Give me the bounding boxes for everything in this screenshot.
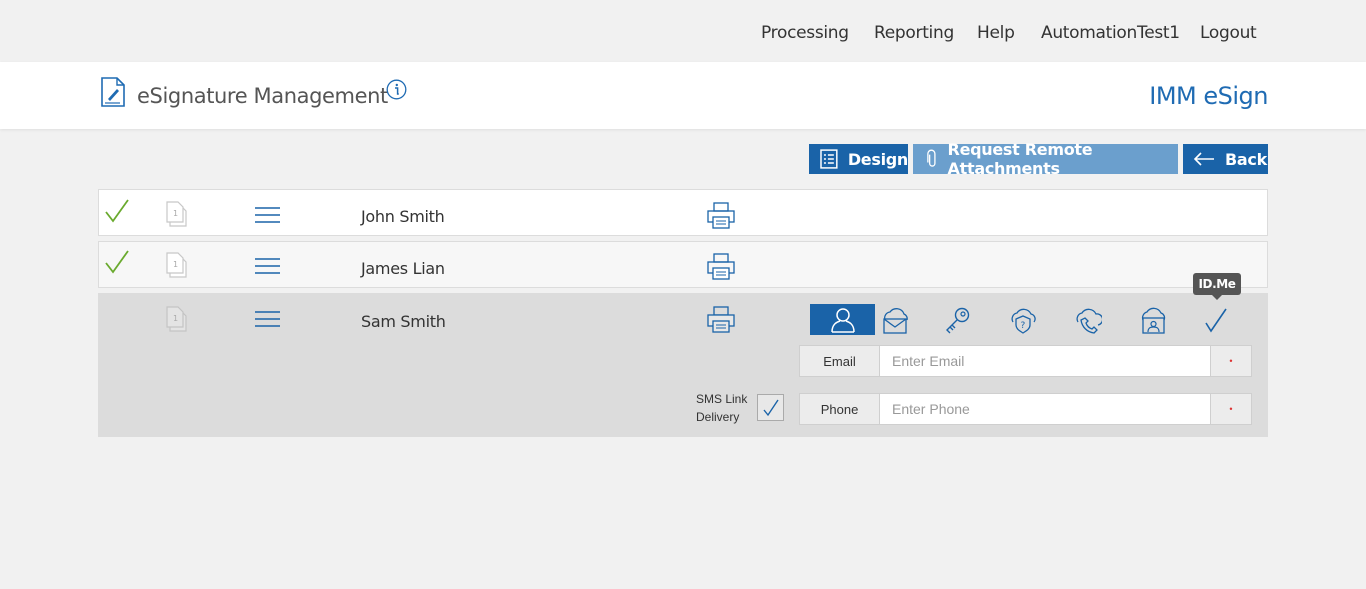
- print-icon[interactable]: [707, 202, 735, 234]
- check-icon: [104, 249, 130, 280]
- sms-link-checkbox[interactable]: [757, 394, 784, 421]
- key-icon[interactable]: [944, 306, 972, 339]
- idme-check-icon[interactable]: [1203, 307, 1229, 338]
- signer-row: 1 James Lian: [98, 241, 1268, 288]
- list-icon: [820, 149, 838, 169]
- nav-reporting[interactable]: Reporting: [874, 23, 954, 43]
- phone-cloud-icon[interactable]: [1074, 306, 1104, 339]
- email-cloud-icon[interactable]: [880, 306, 910, 339]
- design-button[interactable]: Design: [809, 144, 908, 174]
- signer-name: James Lian: [361, 259, 445, 278]
- design-label: Design: [847, 149, 908, 169]
- document-number: 1: [173, 209, 178, 218]
- email-label: Email: [799, 345, 880, 377]
- auth-method-user[interactable]: [810, 304, 875, 335]
- document-number: 1: [173, 314, 178, 323]
- id-cloud-icon[interactable]: [1139, 306, 1167, 339]
- sms-link-delivery-label: SMS Link Delivery: [696, 392, 748, 424]
- phone-field[interactable]: [879, 393, 1211, 425]
- email-field[interactable]: [879, 345, 1211, 377]
- page-title: eSignature Management: [137, 84, 388, 108]
- menu-icon[interactable]: [254, 311, 281, 332]
- print-icon[interactable]: [707, 306, 735, 338]
- document-number-icon: 1: [166, 201, 188, 232]
- checkmark-icon: [762, 399, 779, 416]
- document-number: 1: [173, 260, 178, 269]
- menu-icon[interactable]: [254, 207, 281, 228]
- app-header: eSignature Management IMM eSign: [0, 62, 1366, 129]
- signer-name: Sam Smith: [361, 312, 446, 331]
- idme-tooltip: ID.Me: [1193, 273, 1241, 300]
- document-number-icon: 1: [166, 306, 188, 337]
- arrow-left-icon: [1193, 152, 1214, 166]
- nav-processing[interactable]: Processing: [761, 23, 849, 43]
- nav-help[interactable]: Help: [977, 23, 1015, 43]
- signer-name: John Smith: [361, 207, 445, 226]
- nav-user[interactable]: AutomationTest1: [1041, 23, 1180, 43]
- brand-name: IMM eSign: [1149, 82, 1268, 110]
- info-icon[interactable]: [386, 79, 407, 105]
- security-question-icon[interactable]: ?: [1009, 306, 1037, 339]
- check-icon: [104, 198, 130, 229]
- remote-label: Request Remote Attachments: [947, 140, 1093, 178]
- svg-text:?: ?: [1021, 321, 1026, 331]
- signer-row: 1 John Smith: [98, 189, 1268, 236]
- top-navigation: Processing Reporting Help AutomationTest…: [0, 0, 1366, 62]
- phone-label: Phone: [799, 393, 880, 425]
- document-number-icon: 1: [166, 252, 188, 283]
- user-icon: [830, 307, 855, 333]
- request-remote-attachments-button[interactable]: Request Remote Attachments: [913, 140, 1178, 178]
- signer-row-expanded: 1 Sam Smith ? Email Enter Email • SMS Li…: [98, 293, 1268, 437]
- print-icon[interactable]: [707, 253, 735, 285]
- required-marker: •: [1210, 345, 1252, 377]
- paperclip-icon: [927, 149, 936, 167]
- document-sign-icon: [100, 77, 126, 112]
- menu-icon[interactable]: [254, 258, 281, 279]
- nav-logout[interactable]: Logout: [1200, 23, 1257, 43]
- required-marker: •: [1210, 393, 1252, 425]
- back-button[interactable]: Back: [1183, 144, 1268, 174]
- back-label: Back: [1225, 149, 1267, 169]
